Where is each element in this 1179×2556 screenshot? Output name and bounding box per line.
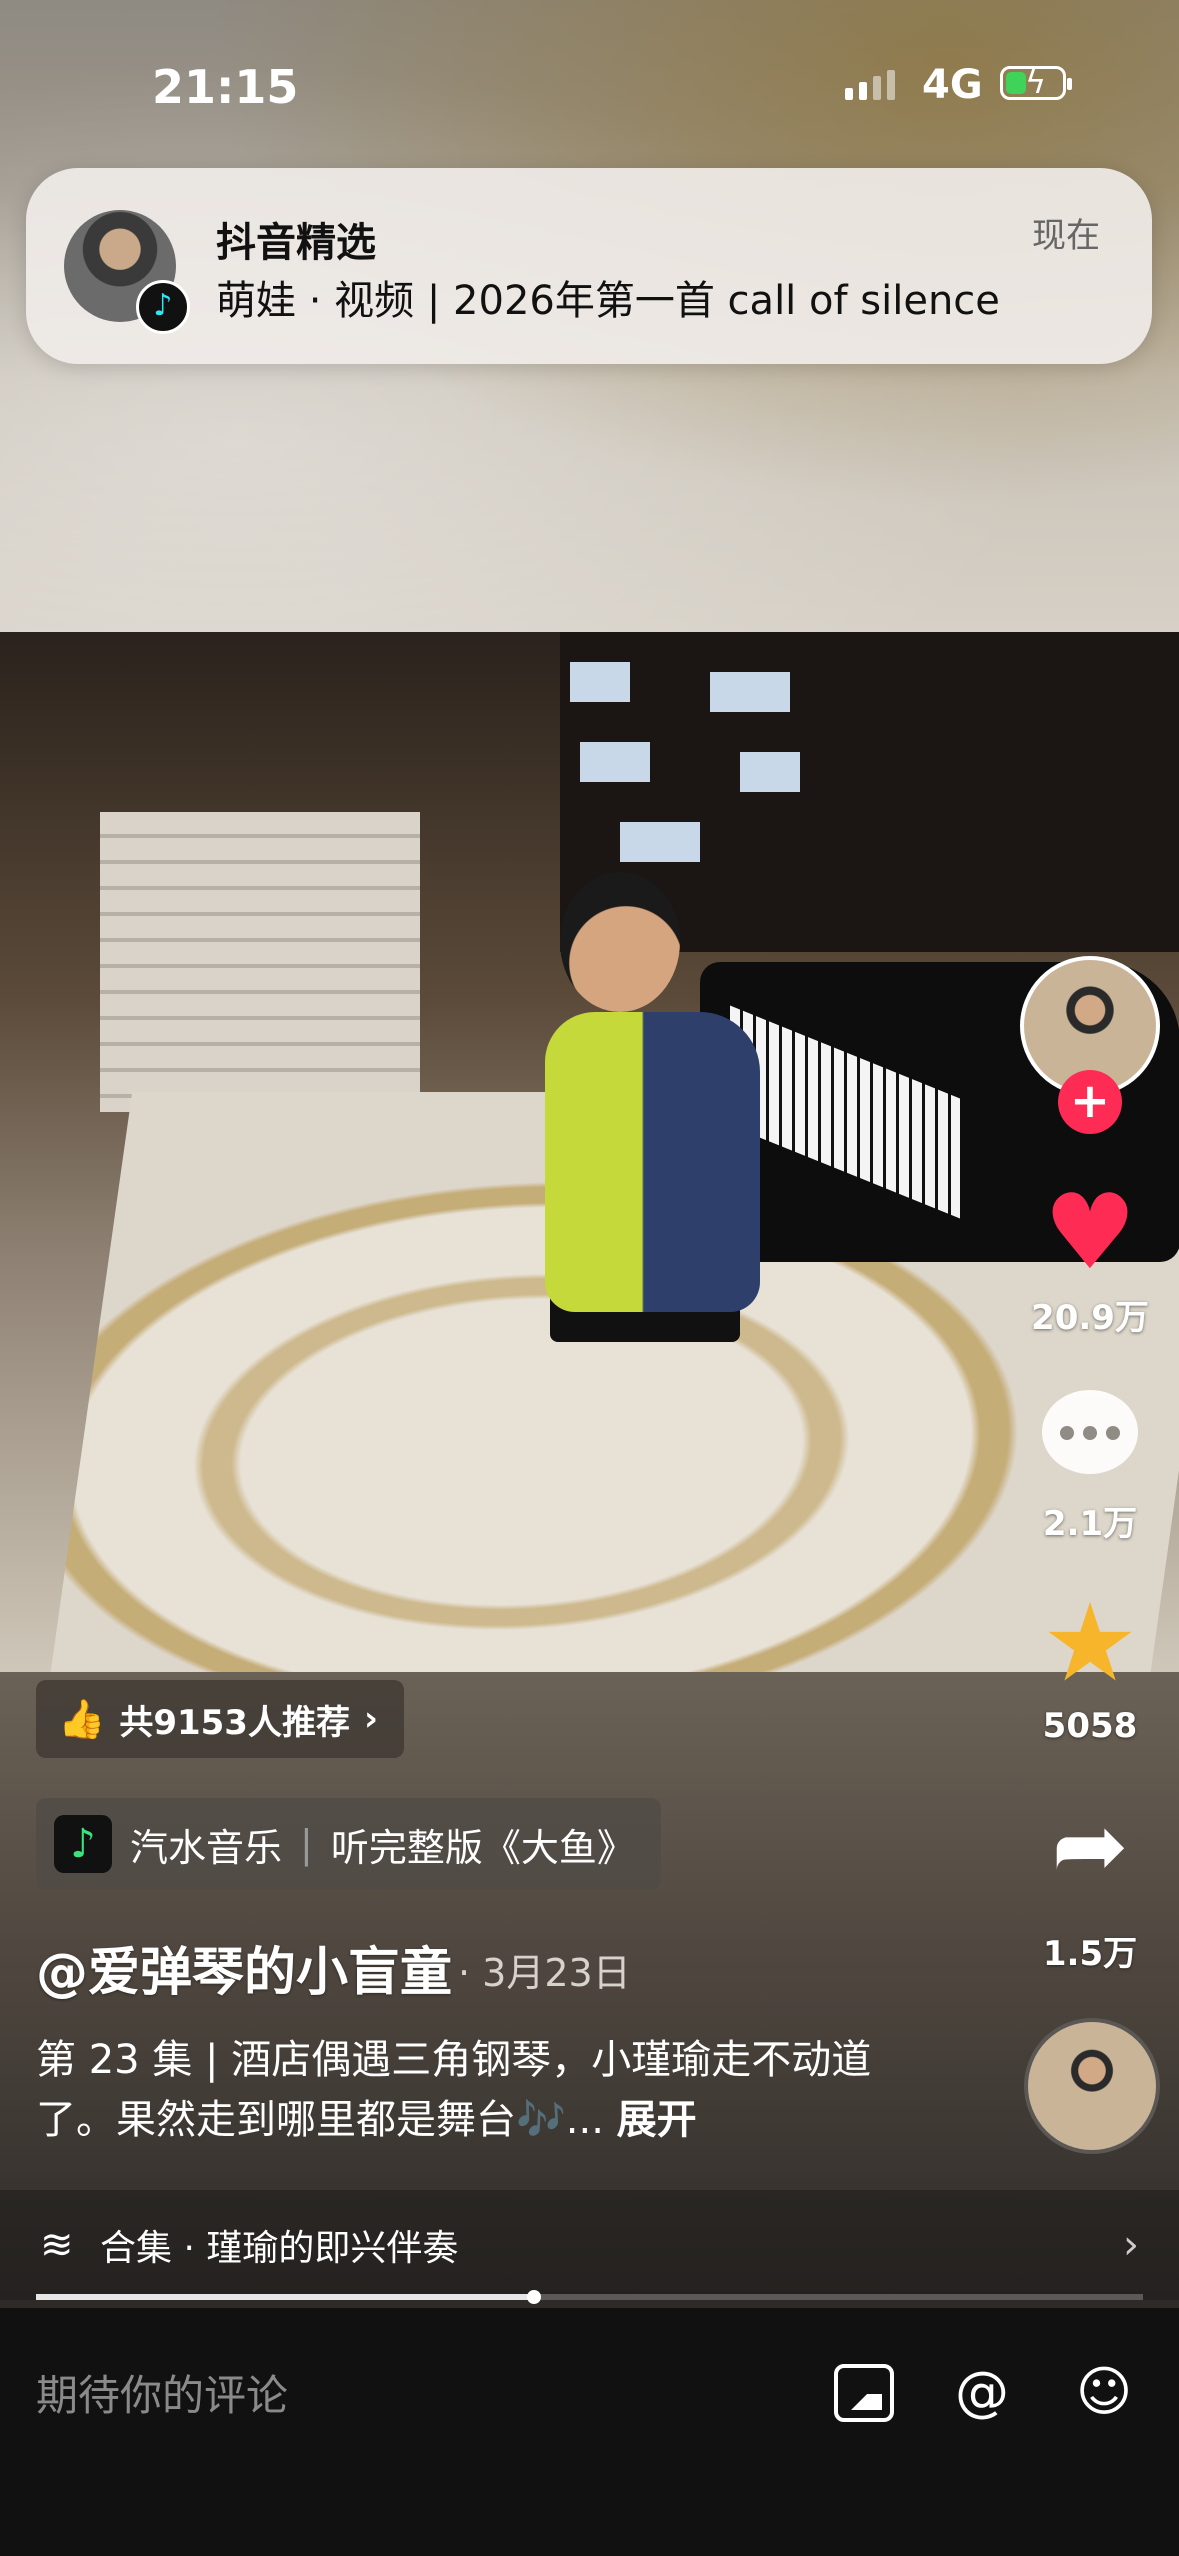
video-progress-bar[interactable]: [36, 2290, 1143, 2304]
music-link-label: 听完整版《大鱼》: [330, 1825, 635, 1870]
post-date: · 3月23日: [458, 1951, 631, 1995]
battery-icon: ϟ: [1000, 63, 1072, 101]
comment-input[interactable]: 期待你的评论: [36, 2362, 288, 2423]
notification-banner[interactable]: ♪ 抖音精选 萌娃 · 视频 | 2026年第一首 call of silenc…: [26, 168, 1152, 364]
share-button[interactable]: ➦: [1020, 1800, 1160, 1892]
recommend-label: 共9153人推荐: [119, 1702, 350, 1743]
share-count: 1.5万: [1042, 1934, 1138, 1974]
collection-label: 合集 · 瑾瑜的即兴伴奏: [100, 2228, 459, 2269]
image-icon[interactable]: [834, 2364, 894, 2422]
notification-time: 现在: [1032, 216, 1100, 256]
share-arrow-icon: ➦: [1051, 1792, 1129, 1899]
divider: |: [300, 1822, 313, 1866]
author-handle[interactable]: @爱弹琴的小盲童: [36, 1930, 452, 2005]
signal-icon: [845, 70, 895, 100]
qishui-music-icon: ♪: [54, 1815, 112, 1873]
recommend-chip[interactable]: 👍 共9153人推荐 ›: [36, 1680, 404, 1758]
video-scene-child-body: [545, 1012, 760, 1312]
douyin-app-icon: ♪: [136, 280, 190, 334]
favorite-count: 5058: [1042, 1706, 1138, 1746]
like-count: 20.9万: [1031, 1298, 1149, 1338]
follow-button[interactable]: +: [1058, 1070, 1122, 1134]
music-disc[interactable]: [1024, 2018, 1160, 2154]
progress-fill: [36, 2294, 535, 2300]
chevron-right-icon: ›: [1123, 2222, 1139, 2268]
favorite-button[interactable]: ★: [1020, 1590, 1160, 1698]
chevron-right-icon: ›: [363, 1699, 378, 1739]
layers-icon: ≋: [40, 2222, 74, 2268]
video-scene-stairs: [100, 812, 420, 1112]
network-type: 4G: [922, 62, 983, 108]
description-text: 第 23 集 | 酒店偶遇三角钢琴，小瑾瑜走不动道了。果然走到哪里都是舞台🎶..…: [36, 2037, 872, 2143]
expand-link[interactable]: 展开: [617, 2097, 697, 2143]
thumbs-up-icon: 👍: [58, 1696, 106, 1741]
video-scene-child-head: [560, 872, 680, 1012]
comment-button[interactable]: [1042, 1390, 1138, 1474]
mention-icon[interactable]: @: [950, 2360, 1014, 2424]
comment-bar: [0, 2308, 1179, 2556]
notification-title: 抖音精选: [216, 220, 376, 266]
music-chip[interactable]: ♪ 汽水音乐 | 听完整版《大鱼》: [36, 1798, 661, 1890]
collection-bar[interactable]: ≋ 合集 · 瑾瑜的即兴伴奏 ›: [0, 2190, 1179, 2300]
video-description[interactable]: 第 23 集 | 酒店偶遇三角钢琴，小瑾瑜走不动道了。果然走到哪里都是舞台🎶..…: [36, 2030, 896, 2150]
comment-count: 2.1万: [1042, 1504, 1138, 1544]
star-icon: ★: [1041, 1581, 1139, 1706]
heart-icon: ♥: [1043, 1171, 1137, 1293]
notification-body: 萌娃 · 视频 | 2026年第一首 call of silence: [216, 278, 1000, 324]
emoji-icon[interactable]: ☺: [1072, 2360, 1136, 2424]
music-app-label: 汽水音乐: [130, 1825, 283, 1870]
status-time: 21:15: [152, 60, 299, 114]
like-button[interactable]: ♥: [1020, 1180, 1160, 1284]
